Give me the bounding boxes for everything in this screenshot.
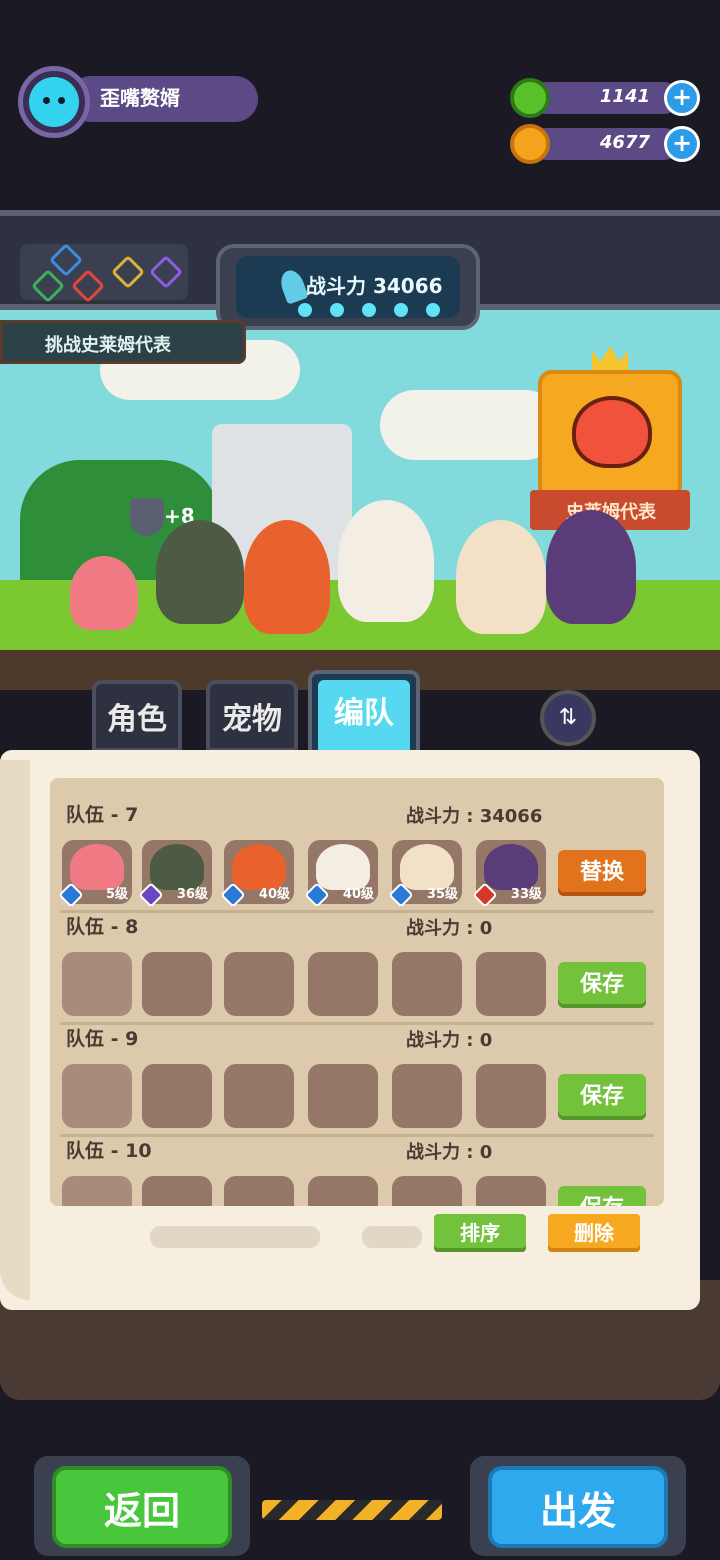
member-level: 35级 <box>426 887 458 902</box>
swap-button[interactable]: ⇅ <box>540 690 596 746</box>
empty-slot[interactable] <box>308 952 378 1016</box>
team-name: 队伍 - 9 <box>66 1028 139 1050</box>
team-member-slot[interactable]: 40级 <box>304 840 378 908</box>
add-coins-button[interactable]: + <box>664 126 700 162</box>
team-row: 队伍 - 9 战斗力 : 0 保存 <box>50 1018 664 1137</box>
shield-icon <box>130 498 164 536</box>
team-power-display: 战斗力 34066 <box>216 244 480 330</box>
power-dots <box>298 302 458 321</box>
go-button-frame: 出发 <box>470 1456 686 1556</box>
team-member-slot[interactable]: 35级 <box>388 840 462 908</box>
slime-boss-icon <box>572 396 652 468</box>
tab-formation[interactable]: 编队 <box>308 670 420 754</box>
member-level: 40级 <box>342 887 374 902</box>
team-name: 队伍 - 7 <box>66 804 139 826</box>
tab-label: 角色 <box>107 702 167 737</box>
boss-banner <box>538 370 682 500</box>
go-button[interactable]: 出发 <box>488 1466 668 1548</box>
empty-slot[interactable] <box>142 1064 212 1128</box>
hazard-stripes <box>262 1500 442 1520</box>
resource-coins: 4677 + <box>510 124 700 164</box>
book-page-edge <box>0 760 30 1300</box>
team-name: 队伍 - 8 <box>66 916 139 938</box>
empty-slot[interactable] <box>224 1064 294 1128</box>
hero-sprite-3 <box>338 500 434 622</box>
save-button[interactable]: 保存 <box>558 1074 646 1120</box>
tab-label: 编队 <box>334 696 394 731</box>
empty-slot[interactable] <box>62 952 132 1016</box>
empty-slot[interactable] <box>142 952 212 1016</box>
blurred-text <box>150 1226 320 1248</box>
hero-sprite-2 <box>244 520 330 634</box>
wood-element-icon <box>31 269 65 303</box>
empty-slot[interactable] <box>476 1064 546 1128</box>
element-chart[interactable] <box>20 243 188 303</box>
back-button-frame: 返回 <box>34 1456 250 1556</box>
save-button[interactable]: 保存 <box>558 962 646 1008</box>
team-member-slot[interactable]: 36级 <box>138 840 212 908</box>
challenge-label[interactable]: 挑战史莱姆代表 <box>0 320 246 364</box>
power-screen: 战斗力 34066 <box>236 256 460 318</box>
player-name: 歪嘴赘婿 <box>100 86 180 110</box>
blurred-text <box>362 1226 422 1248</box>
team-list[interactable]: 队伍 - 7 战斗力 : 34066 5级 36级 40级 40级 35级 33… <box>50 778 664 1206</box>
empty-slot[interactable] <box>476 952 546 1016</box>
empty-slot[interactable] <box>392 1064 462 1128</box>
empty-slot[interactable] <box>224 1176 294 1206</box>
team-power: 战斗力 : 0 <box>406 1142 493 1163</box>
add-gems-button[interactable]: + <box>664 80 700 116</box>
team-member-slot[interactable]: 40级 <box>220 840 294 908</box>
gem-count: 1141 <box>599 86 650 107</box>
member-level: 36级 <box>176 887 208 902</box>
member-level: 40级 <box>258 887 290 902</box>
team-row: 队伍 - 7 战斗力 : 34066 5级 36级 40级 40级 35级 33… <box>50 794 664 913</box>
member-level: 5级 <box>105 887 128 902</box>
avatar[interactable] <box>18 66 90 138</box>
hero-sprite-5 <box>546 510 636 624</box>
team-power: 战斗力 : 0 <box>406 1030 493 1051</box>
cat-face-icon <box>29 77 79 127</box>
tab-label: 宠物 <box>222 702 282 737</box>
back-button[interactable]: 返回 <box>52 1466 232 1548</box>
water-element-icon <box>49 243 83 277</box>
empty-slot[interactable] <box>62 1176 132 1206</box>
coin-count: 4677 <box>599 132 650 153</box>
hero-sprite-4 <box>456 520 546 634</box>
empty-slot[interactable] <box>308 1176 378 1206</box>
player-profile[interactable]: 歪嘴赘婿 <box>18 66 258 138</box>
member-level: 33级 <box>510 887 542 902</box>
sword-icon <box>277 267 309 305</box>
challenge-text: 挑战史莱姆代表 <box>45 335 171 356</box>
delete-button[interactable]: 删除 <box>548 1214 640 1252</box>
pet-slime-sprite <box>70 556 138 630</box>
light-element-icon <box>111 255 145 289</box>
team-power: 战斗力 : 34066 <box>406 806 543 827</box>
team-power: 战斗力 : 0 <box>406 918 493 939</box>
empty-slot[interactable] <box>308 1064 378 1128</box>
gold-coin-icon <box>510 124 550 164</box>
team-member-slot[interactable]: 33级 <box>472 840 546 908</box>
save-button[interactable]: 保存 <box>558 1186 646 1206</box>
cloud <box>380 390 560 460</box>
fire-element-icon <box>71 269 105 303</box>
empty-slot[interactable] <box>392 1176 462 1206</box>
sort-button[interactable]: 排序 <box>434 1214 526 1252</box>
hero-sprite-1 <box>156 520 244 624</box>
empty-slot[interactable] <box>392 952 462 1016</box>
replace-button[interactable]: 替换 <box>558 850 646 896</box>
dark-element-icon <box>149 255 183 289</box>
resource-gems: 1141 + <box>510 78 700 118</box>
tab-characters[interactable]: 角色 <box>92 680 182 752</box>
team-name: 队伍 - 10 <box>66 1140 152 1162</box>
team-member-slot[interactable]: 5级 <box>58 840 132 908</box>
tab-pets[interactable]: 宠物 <box>206 680 298 752</box>
empty-slot[interactable] <box>224 952 294 1016</box>
power-value: 战斗力 34066 <box>306 274 443 298</box>
empty-slot[interactable] <box>476 1176 546 1206</box>
team-row: 队伍 - 10 战斗力 : 0 保存 <box>50 1130 664 1206</box>
empty-slot[interactable] <box>62 1064 132 1128</box>
green-gem-icon <box>510 78 550 118</box>
empty-slot[interactable] <box>142 1176 212 1206</box>
team-row: 队伍 - 8 战斗力 : 0 保存 <box>50 906 664 1025</box>
